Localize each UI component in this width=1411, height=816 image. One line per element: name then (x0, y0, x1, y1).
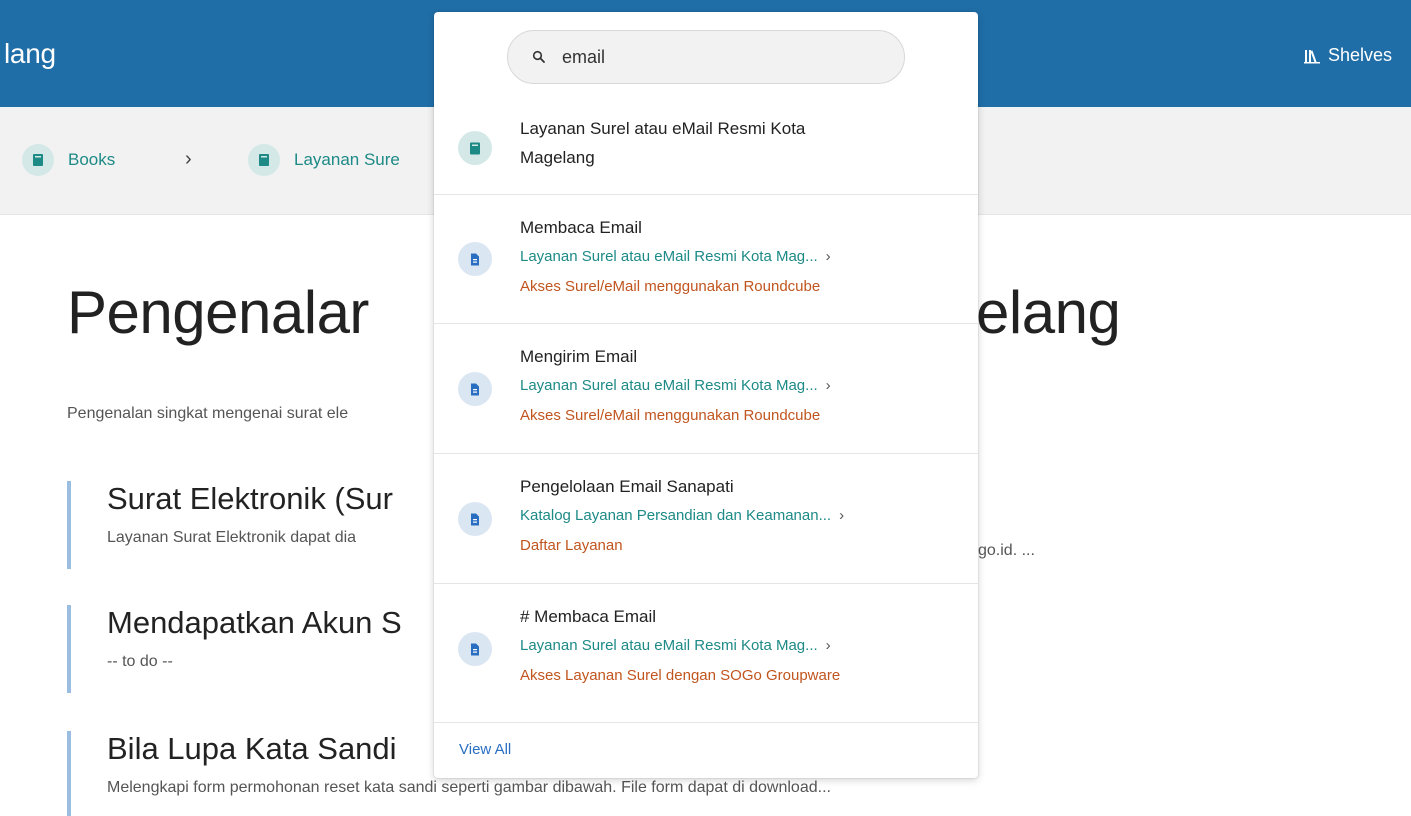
chevron-right-icon: › (825, 377, 831, 394)
search-box[interactable] (507, 30, 905, 84)
page-icon (458, 372, 492, 406)
chapter-excerpt-tail: go.id. ... (978, 542, 1035, 559)
result-chapter-link[interactable]: Akses Surel/eMail menggunakan Roundcube (520, 401, 831, 431)
book-icon (458, 131, 492, 165)
book-icon (248, 144, 280, 176)
result-title: Mengirim Email (520, 347, 638, 366)
result-title-cont: Magelang (520, 148, 595, 167)
result-book-label: Katalog Layanan Persandian dan Keamanan.… (520, 507, 832, 524)
result-chapter-link[interactable]: Akses Layanan Surel dengan SOGo Groupwar… (520, 661, 840, 691)
breadcrumb-book-label: Layanan Sure (294, 150, 400, 169)
search-result-book[interactable]: Layanan Surel atau eMail Resmi Kota Mage… (434, 102, 978, 195)
result-book-label: Layanan Surel atau eMail Resmi Kota Mag.… (520, 637, 818, 654)
result-book-link[interactable]: Katalog Layanan Persandian dan Keamanan.… (520, 501, 844, 531)
result-book-label: Layanan Surel atau eMail Resmi Kota Mag.… (520, 248, 818, 265)
breadcrumb-books[interactable]: Books (22, 144, 115, 176)
result-title: Pengelolaan Email Sanapati (520, 477, 734, 496)
search-icon (532, 50, 546, 64)
result-book-link[interactable]: Layanan Surel atau eMail Resmi Kota Mag.… (520, 371, 831, 401)
page-icon (458, 502, 492, 536)
result-book-link[interactable]: Layanan Surel atau eMail Resmi Kota Mag.… (520, 242, 831, 272)
books-icon (22, 144, 54, 176)
shelves-icon (1303, 48, 1320, 64)
result-chapter-link[interactable]: Daftar Layanan (520, 531, 844, 561)
chevron-right-icon: › (825, 248, 831, 265)
breadcrumb-book[interactable]: Layanan Sure (248, 144, 400, 176)
page-description: Pengenalan singkat mengenai surat ele (67, 405, 349, 422)
shelves-label: Shelves (1327, 45, 1392, 65)
result-title: # Membaca Email (520, 607, 657, 626)
shelves-link[interactable]: Shelves (1303, 45, 1392, 66)
search-dropdown: Layanan Surel atau eMail Resmi Kota Mage… (434, 12, 978, 778)
result-book-link[interactable]: Layanan Surel atau eMail Resmi Kota Mag.… (520, 631, 840, 661)
page-icon (458, 632, 492, 666)
result-title: Layanan Surel atau eMail Resmi Kota (520, 119, 806, 138)
page-title: Pengenalar (67, 279, 369, 346)
search-result-page[interactable]: # Membaca Email Layanan Surel atau eMail… (434, 584, 978, 723)
result-chapter-link[interactable]: Akses Surel/eMail menggunakan Roundcube (520, 272, 831, 302)
chevron-right-icon: › (825, 637, 831, 654)
chevron-right-icon: › (839, 507, 845, 524)
result-book-label: Layanan Surel atau eMail Resmi Kota Mag.… (520, 377, 818, 394)
page-icon (458, 242, 492, 276)
page-title-end: elang (976, 279, 1121, 346)
result-title: Membaca Email (520, 218, 642, 237)
view-all-link[interactable]: View All (459, 741, 511, 758)
search-result-page[interactable]: Pengelolaan Email Sanapati Katalog Layan… (434, 454, 978, 584)
app-title[interactable]: lang (4, 38, 56, 70)
search-result-page[interactable]: Membaca Email Layanan Surel atau eMail R… (434, 195, 978, 324)
breadcrumb-books-label: Books (68, 150, 116, 169)
search-input[interactable] (562, 46, 862, 68)
chapter-excerpt: Melengkapi form permohonan reset kata sa… (107, 779, 831, 796)
breadcrumb-separator: › (185, 148, 192, 170)
search-result-page[interactable]: Mengirim Email Layanan Surel atau eMail … (434, 324, 978, 454)
